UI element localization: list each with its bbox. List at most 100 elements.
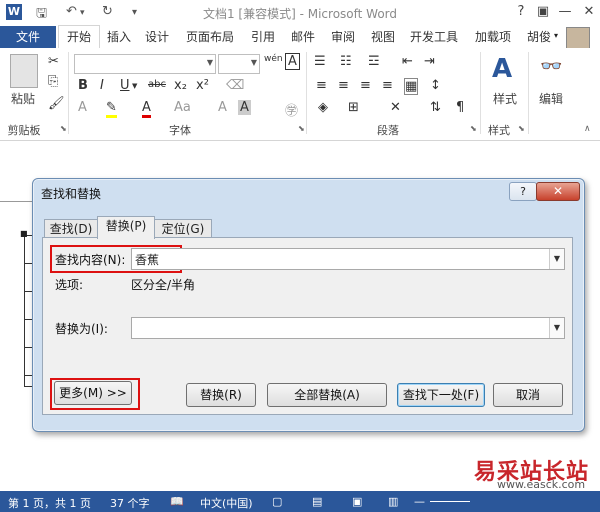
character-shading-icon[interactable]: A: [238, 100, 251, 115]
styles-icon[interactable]: A: [492, 54, 512, 84]
tab-insert[interactable]: 插入: [102, 26, 136, 48]
find-dropdown-icon[interactable]: ▼: [549, 249, 564, 269]
styles-button[interactable]: 样式: [488, 90, 522, 107]
tab-find[interactable]: 查找(D): [44, 219, 98, 238]
superscript-button[interactable]: x²: [196, 78, 209, 93]
close-window-button[interactable]: ✕: [578, 2, 600, 22]
underline-button[interactable]: U: [120, 78, 130, 93]
tab-addins[interactable]: 加载项: [470, 26, 516, 48]
table-handle-icon[interactable]: ■: [20, 229, 28, 238]
paste-button[interactable]: 粘贴: [8, 90, 38, 107]
page-left-edge: [0, 201, 34, 202]
tab-mailings[interactable]: 邮件: [286, 26, 320, 48]
copy-icon[interactable]: ⎘: [48, 74, 58, 89]
title-bar: W 🖫 ↶ ▾ ↻ ▾ 文档1 [兼容模式] - Microsoft Word …: [0, 0, 600, 26]
phonetic-guide-icon[interactable]: wén: [264, 54, 283, 64]
user-name[interactable]: 胡俊: [524, 26, 554, 48]
clear-format-icon[interactable]: ⌫: [226, 78, 244, 93]
align-center-icon[interactable]: ≡: [338, 78, 349, 93]
read-mode-icon[interactable]: ▤: [312, 495, 322, 508]
replace-input[interactable]: ▼: [131, 317, 565, 339]
macro-record-icon[interactable]: ▢: [272, 495, 282, 508]
tab-home[interactable]: 开始: [58, 25, 100, 50]
character-border-icon[interactable]: A: [285, 53, 300, 70]
clipboard-launcher-icon[interactable]: ⬊: [60, 124, 67, 133]
font-size-combo[interactable]: ▼: [218, 54, 260, 74]
tab-page-layout[interactable]: 页面布局: [180, 26, 240, 48]
minimize-button[interactable]: —: [554, 2, 576, 22]
zoom-slider[interactable]: [430, 501, 470, 502]
align-left-icon[interactable]: ≡: [316, 78, 327, 93]
font-color-icon[interactable]: A: [142, 100, 151, 118]
chinese-layout-icon[interactable]: ✕: [390, 100, 401, 115]
tab-design[interactable]: 设计: [140, 26, 174, 48]
tab-goto[interactable]: 定位(G): [154, 219, 212, 238]
multilevel-list-icon[interactable]: ☲: [368, 54, 380, 69]
web-layout-icon[interactable]: ▥: [388, 495, 398, 508]
styles-launcher-icon[interactable]: ⬊: [518, 124, 525, 133]
help-button[interactable]: ?: [510, 2, 532, 22]
options-value: 区分全/半角: [131, 278, 196, 292]
replace-panel: 查找内容(N): 香蕉 ▼ 选项: 区分全/半角 替换为(I): ▼ 更多(M)…: [42, 237, 573, 415]
replace-all-button[interactable]: 全部替换(A): [267, 383, 387, 407]
format-painter-icon[interactable]: 🖌: [48, 96, 65, 111]
change-case-button[interactable]: Aa: [174, 100, 191, 115]
increase-indent-icon[interactable]: ⇥: [424, 54, 435, 69]
group-separator: [528, 52, 529, 134]
page-count[interactable]: 第 1 页，共 1 页: [8, 495, 91, 511]
underline-dropdown-icon[interactable]: ▼: [132, 82, 137, 90]
grow-font-icon[interactable]: A: [218, 100, 227, 115]
decrease-indent-icon[interactable]: ⇤: [402, 54, 413, 69]
numbering-icon[interactable]: ☷: [340, 54, 352, 69]
ribbon-display-icon[interactable]: ▣: [532, 2, 554, 22]
borders-icon[interactable]: ⊞: [348, 100, 359, 115]
sort-icon[interactable]: ⇅: [430, 100, 441, 115]
tab-view[interactable]: 视图: [366, 26, 400, 48]
find-next-button[interactable]: 查找下一处(F): [397, 383, 485, 407]
editing-button[interactable]: 编辑: [536, 90, 566, 107]
italic-button[interactable]: I: [100, 78, 104, 93]
tab-references[interactable]: 引用: [246, 26, 280, 48]
avatar[interactable]: [566, 27, 590, 49]
ribbon: 粘贴 ✂ ⎘ 🖌 剪贴板 ⬊ ▼ ▼ wén A B I U ▼ abc x₂ …: [0, 48, 600, 141]
dialog-help-button[interactable]: ?: [509, 182, 537, 201]
dialog-close-button[interactable]: ✕: [536, 182, 580, 201]
collapse-ribbon-icon[interactable]: ∧: [584, 124, 591, 134]
font-group-label: 字体: [169, 124, 191, 137]
highlight-icon[interactable]: ✎: [106, 100, 117, 118]
word-count[interactable]: 37 个字: [110, 495, 150, 511]
font-launcher-icon[interactable]: ⬊: [298, 124, 305, 133]
line-spacing-icon[interactable]: ↕: [430, 78, 441, 93]
find-binoculars-icon[interactable]: 👓: [540, 56, 562, 77]
proofing-icon[interactable]: 📖: [170, 495, 184, 508]
font-name-combo[interactable]: ▼: [74, 54, 216, 74]
group-separator: [480, 52, 481, 134]
text-effects-icon[interactable]: A: [78, 100, 87, 115]
subscript-button[interactable]: x₂: [174, 78, 187, 93]
bold-button[interactable]: B: [78, 78, 88, 93]
justify-icon[interactable]: ≡: [382, 78, 393, 93]
print-layout-icon[interactable]: ▣: [352, 495, 362, 508]
distributed-icon[interactable]: ▦: [404, 78, 419, 95]
tab-developer[interactable]: 开发工具: [404, 26, 464, 48]
paragraph-launcher-icon[interactable]: ⬊: [470, 124, 477, 133]
shading-icon[interactable]: ◈: [318, 100, 328, 115]
replace-dropdown-icon[interactable]: ▼: [549, 318, 564, 338]
user-dropdown-icon[interactable]: ▾: [554, 31, 558, 40]
show-marks-icon[interactable]: ¶: [456, 100, 464, 115]
strikethrough-button[interactable]: abc: [148, 79, 166, 90]
cut-icon[interactable]: ✂: [48, 54, 59, 69]
align-right-icon[interactable]: ≡: [360, 78, 371, 93]
find-input[interactable]: 香蕉 ▼: [131, 248, 565, 270]
tab-review[interactable]: 审阅: [326, 26, 360, 48]
more-button[interactable]: 更多(M) >>: [54, 381, 132, 405]
tab-replace[interactable]: 替换(P): [97, 216, 155, 239]
enclose-characters-icon[interactable]: ㊫: [285, 100, 298, 119]
language-indicator[interactable]: 中文(中国): [200, 495, 253, 511]
paste-icon[interactable]: [10, 54, 38, 88]
zoom-out-icon[interactable]: —: [414, 495, 425, 508]
replace-button[interactable]: 替换(R): [186, 383, 256, 407]
cancel-button[interactable]: 取消: [493, 383, 563, 407]
bullets-icon[interactable]: ☰: [314, 54, 326, 69]
tab-file[interactable]: 文件: [0, 26, 56, 48]
